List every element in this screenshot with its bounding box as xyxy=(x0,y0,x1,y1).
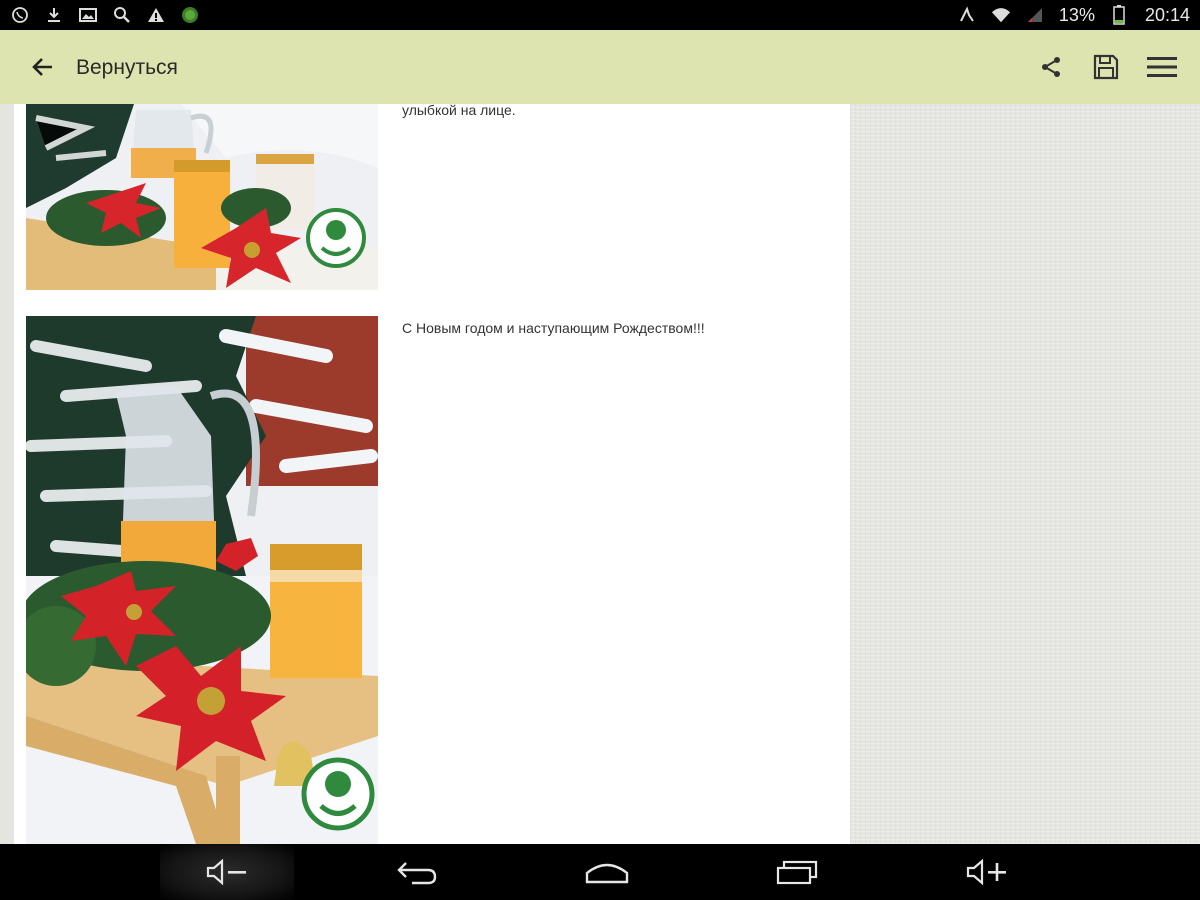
app-bar: Вернуться xyxy=(0,30,1200,104)
back-arrow-icon[interactable] xyxy=(30,54,56,80)
wifi-icon xyxy=(991,5,1011,25)
navigation-bar xyxy=(0,844,1200,900)
menu-icon[interactable] xyxy=(1147,52,1177,82)
save-icon[interactable] xyxy=(1091,52,1121,82)
volume-down-icon[interactable] xyxy=(197,854,257,890)
back-icon[interactable] xyxy=(387,854,447,890)
warning-icon xyxy=(146,5,166,25)
back-title[interactable]: Вернуться xyxy=(76,56,178,80)
left-gutter xyxy=(0,104,14,844)
recents-icon[interactable] xyxy=(767,854,827,890)
step-text: улыбкой на лице. xyxy=(402,104,516,118)
clock: 20:14 xyxy=(1144,4,1190,25)
search-icon xyxy=(112,5,132,25)
recipe-steps-panel[interactable]: улыбкой на лице. С Новым годом и наступа… xyxy=(14,104,850,844)
whatsapp-icon xyxy=(10,5,30,25)
cast-icon xyxy=(957,5,977,25)
volume-up-icon[interactable] xyxy=(957,854,1017,890)
status-bar: 13% 20:14 xyxy=(0,0,1200,30)
punch-tray-photo-1 xyxy=(26,104,378,290)
image-icon xyxy=(78,5,98,25)
status-notifications xyxy=(10,0,200,30)
signal-icon xyxy=(1025,5,1045,25)
status-system: 13% 20:14 xyxy=(957,0,1190,30)
battery-icon xyxy=(1109,5,1129,25)
download-icon xyxy=(44,5,64,25)
share-icon[interactable] xyxy=(1036,52,1066,82)
home-icon[interactable] xyxy=(577,854,637,890)
shield-icon xyxy=(180,5,200,25)
step-text: С Новым годом и наступающим Рождеством!!… xyxy=(402,320,705,336)
side-panel-background xyxy=(850,104,1200,844)
punch-tray-photo-2 xyxy=(26,316,378,844)
battery-percent: 13% xyxy=(1058,4,1095,25)
